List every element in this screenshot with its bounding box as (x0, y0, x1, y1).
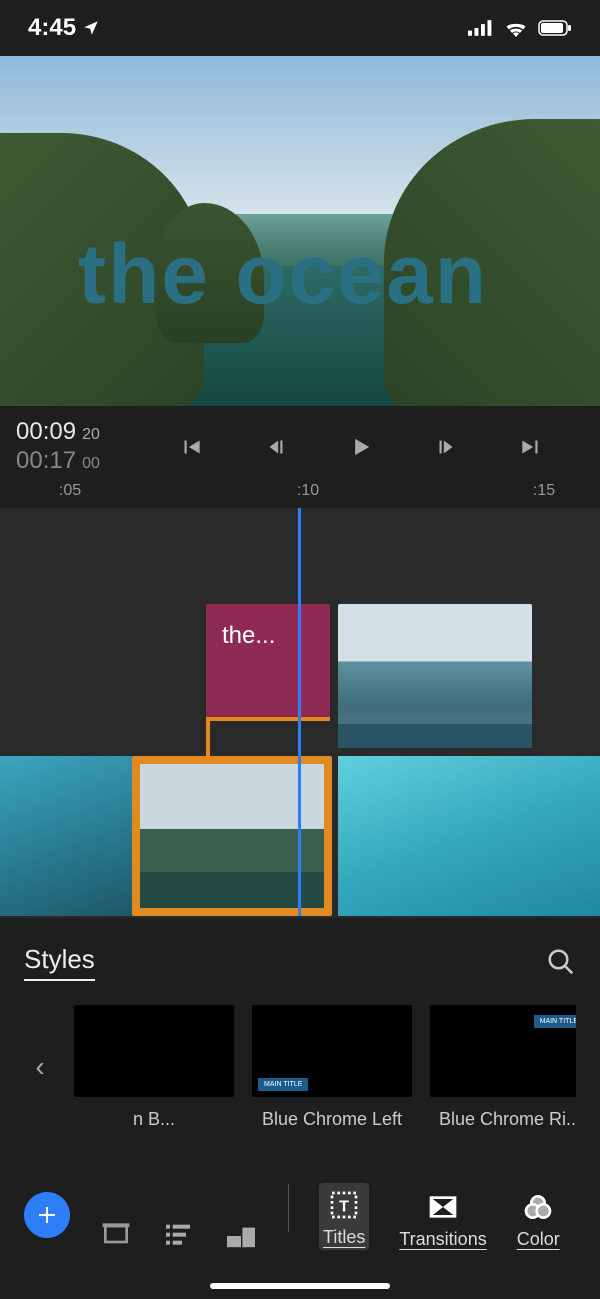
titles-button[interactable]: T Titles (319, 1183, 369, 1250)
skip-start-button[interactable] (171, 427, 211, 467)
playhead[interactable] (298, 508, 301, 916)
style-label: Blue Chrome Ri... (439, 1109, 576, 1130)
timecodes: 00:09 20 00:17 00 (16, 418, 136, 476)
style-label: n B... (133, 1109, 175, 1130)
ruler-mark: :10 (297, 482, 319, 500)
total-frames: 00 (82, 454, 100, 473)
ruler-mark: :15 (533, 482, 555, 500)
titles-label: Titles (323, 1227, 365, 1248)
list-button[interactable] (162, 1218, 194, 1250)
video-clip-c[interactable] (338, 756, 600, 916)
status-time: 4:45 (28, 14, 76, 42)
current-frames: 20 (82, 425, 100, 444)
transitions-label: Transitions (399, 1229, 486, 1250)
current-time: 00:09 (16, 418, 76, 447)
color-label: Color (517, 1229, 560, 1250)
play-button[interactable] (341, 427, 381, 467)
transitions-button[interactable]: Transitions (399, 1191, 486, 1250)
transport-bar: 00:09 20 00:17 00 (0, 406, 600, 482)
bottom-toolbar: T Titles Transitions Color (0, 1140, 600, 1260)
video-clip-a[interactable] (0, 756, 132, 916)
title-overlay-text: the ocean (78, 226, 488, 323)
audio-waveform (338, 724, 532, 748)
timeline-ruler[interactable]: :05 :10 :15 (0, 482, 600, 508)
style-label: Blue Chrome Left (262, 1109, 402, 1130)
svg-text:T: T (339, 1198, 349, 1215)
style-carousel[interactable]: ‹ n B... MAIN TITLE Blue Chrome Left MAI… (24, 1005, 576, 1130)
video-clip-upper[interactable] (338, 604, 532, 748)
video-clip-selected[interactable] (132, 756, 332, 916)
styles-panel: Styles ‹ n B... MAIN TITLE Blue Chrome L… (0, 918, 600, 1140)
style-item[interactable]: MAIN TITLE Blue Chrome Ri... (430, 1005, 576, 1130)
home-indicator[interactable] (210, 1283, 390, 1289)
search-icon[interactable] (546, 947, 576, 977)
add-button[interactable] (24, 1192, 70, 1238)
title-clip[interactable]: the... (206, 604, 330, 718)
arrange-button[interactable] (224, 1222, 258, 1250)
skip-end-button[interactable] (511, 427, 551, 467)
location-icon (82, 19, 100, 37)
timeline[interactable]: the... (0, 508, 600, 918)
styles-back-button[interactable]: ‹ (24, 1051, 56, 1083)
project-button[interactable] (100, 1218, 132, 1250)
wifi-icon (504, 19, 528, 37)
step-back-button[interactable] (256, 427, 296, 467)
panel-title[interactable]: Styles (24, 944, 95, 981)
ruler-mark: :05 (59, 482, 81, 500)
cellular-icon (468, 19, 494, 37)
total-time: 00:17 (16, 447, 76, 476)
style-item[interactable]: n B... (74, 1005, 234, 1130)
step-forward-button[interactable] (426, 427, 466, 467)
status-right (468, 19, 572, 37)
status-bar: 4:45 (0, 0, 600, 56)
color-button[interactable]: Color (517, 1191, 560, 1250)
style-item[interactable]: MAIN TITLE Blue Chrome Left (252, 1005, 412, 1130)
video-preview[interactable]: the ocean (0, 56, 600, 406)
battery-icon (538, 19, 572, 37)
toolbar-divider (288, 1184, 289, 1232)
